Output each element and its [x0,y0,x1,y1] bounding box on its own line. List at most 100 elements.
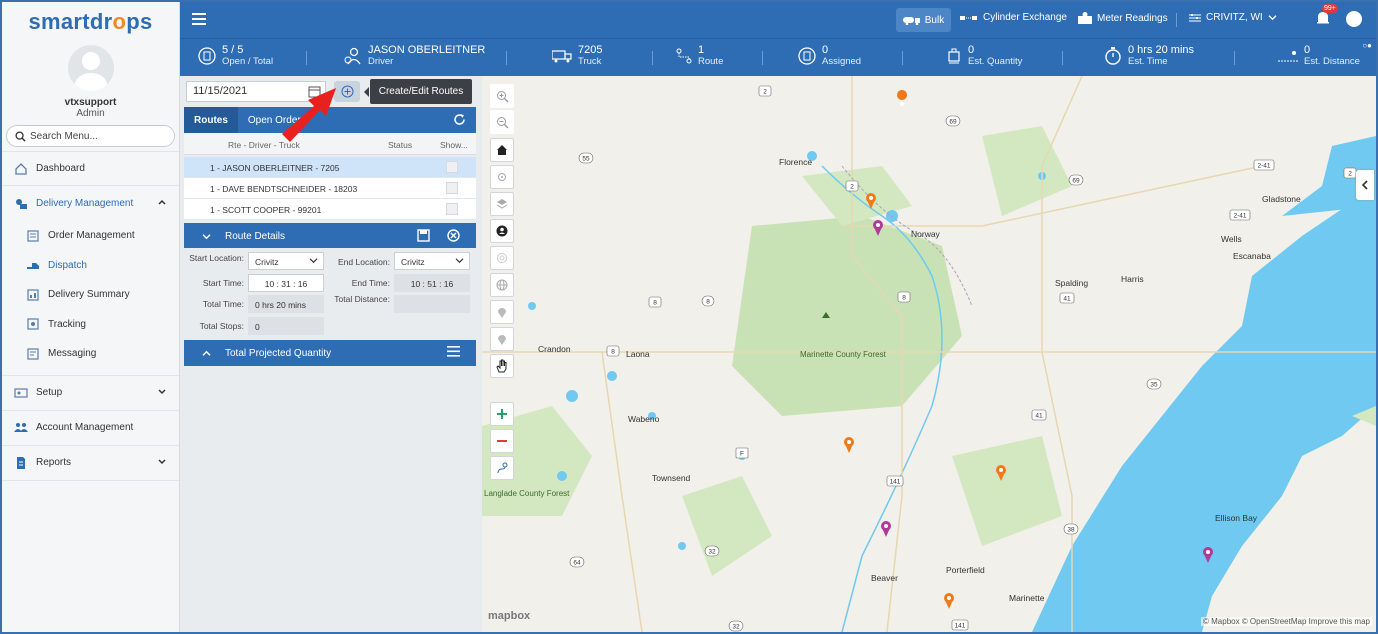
route-details-form: Start Location: Crivitz End Location: Cr… [184,248,476,338]
globe-button[interactable] [490,273,514,297]
orders-icon [198,46,216,65]
map-canvas[interactable]: Florence Norway Gladstone Wells Escanaba… [482,76,1376,632]
total-stops-value: 0 [248,317,324,335]
sidebar-item-setup[interactable]: Setup [2,376,179,411]
show-checkbox[interactable] [446,203,458,215]
bulk-button[interactable]: Bulk [896,8,951,32]
chevron-up-icon[interactable] [157,197,167,207]
sidebar-item-messaging[interactable]: Messaging [2,339,179,369]
place-label: Langlade County Forest [484,489,570,498]
place-label: Norway [911,229,941,239]
sidebar-item-account-management[interactable]: Account Management [2,411,179,446]
map-zoom-in-button[interactable] [490,402,514,426]
chevron-down-icon [202,233,211,239]
more-options-icon[interactable]: ○● [1362,41,1372,50]
globe-icon [496,279,508,291]
save-icon[interactable] [417,229,430,242]
sidebar-item-dashboard[interactable]: Dashboard [2,151,179,186]
route-row[interactable]: 1 - JASON OBERLEITNER - 7205 [184,157,476,178]
svg-text:8: 8 [611,349,615,356]
search-input[interactable]: Search Menu... [6,125,175,147]
end-time-label: End Time: [351,278,390,288]
notifications-button[interactable]: 99+ [1316,4,1338,29]
radius-button[interactable] [490,246,514,270]
route-row[interactable]: 1 - DAVE BENDTSCHNEIDER - 18203 [184,178,476,199]
route-value: 1 [698,44,705,56]
sidebar-item-dispatch[interactable]: Dispatch [2,251,179,281]
order-icon [27,230,39,242]
zoom-out-magnifier-button[interactable] [490,110,514,134]
map-attribution[interactable]: © Mapbox © OpenStreetMap Improve this ma… [1201,617,1372,626]
driver-icon [344,47,361,64]
stopwatch-icon [1105,46,1121,65]
layers-button[interactable] [490,192,514,216]
sidebar-item-order-management[interactable]: Order Management [2,221,179,251]
est-quantity-value: 0 [968,44,975,56]
total-projected-quantity-header[interactable]: Total Projected Quantity [184,340,476,366]
map-view[interactable]: Florence Norway Gladstone Wells Escanaba… [482,76,1376,632]
menu-lines-icon[interactable] [447,346,460,357]
show-checkbox[interactable] [446,182,458,194]
sidebar-item-delivery-management[interactable]: Delivery Management [2,186,179,221]
route-label: Route [698,56,724,67]
meter-readings-button[interactable]: Meter Readings [1078,12,1168,24]
zoom-in-icon [496,90,508,102]
stat-divider [1062,51,1063,65]
place-label: Harris [1121,274,1144,284]
remove-pin-button[interactable] [490,327,514,351]
stat-divider [762,51,763,65]
home-view-button[interactable] [490,138,514,162]
locate-button[interactable] [490,165,514,189]
avatar[interactable] [67,45,114,91]
road-shield: 141 [951,619,969,631]
map-zoom-out-button[interactable] [490,429,514,453]
close-circle-icon[interactable] [447,229,460,242]
tab-routes[interactable]: Routes [184,107,238,133]
top-bar: Bulk Cylinder Exchange Meter Readings CR… [180,2,1376,38]
chevron-down-icon[interactable] [157,457,167,467]
sliders-icon [1189,13,1201,21]
place-label: Laona [626,349,650,359]
crosshair-icon [498,173,506,181]
mapbox-logo[interactable]: mapbox [488,610,530,622]
zoom-in-magnifier-button[interactable] [490,84,514,108]
svg-text:2: 2 [763,89,767,96]
truck-value: 7205 [578,44,603,56]
cylinder-exchange-button[interactable]: Cylinder Exchange [960,12,1067,23]
setup-icon [14,387,28,398]
route-row[interactable]: 1 - SCOTT COOPER - 99201 [184,199,476,220]
start-location-value: Crivitz [255,257,279,267]
svg-text:69: 69 [1072,178,1080,185]
meter-readings-icon [1078,12,1092,24]
route-draw-icon [497,462,508,474]
sidebar-item-delivery-summary[interactable]: Delivery Summary [2,280,179,310]
sidebar-label-tracking: Tracking [48,318,86,330]
logo[interactable]: smartdr o ps [2,2,179,42]
pan-button[interactable] [490,354,514,378]
sidebar-item-tracking[interactable]: Tracking [2,310,179,340]
svg-text:32: 32 [708,549,716,556]
map-panel-toggle[interactable] [1356,170,1374,200]
svg-text:55: 55 [582,156,590,163]
road-shield: 32 [728,620,744,632]
lake [607,371,617,381]
profile-avatar[interactable] [1346,11,1362,27]
svg-text:32: 32 [732,624,740,631]
lake [678,542,686,550]
start-time-input[interactable]: 10 : 31 : 16 [248,274,324,292]
location-selector[interactable]: CRIVITZ, WI [1189,12,1277,23]
driver-location-button[interactable] [490,219,514,243]
svg-text:38: 38 [1067,527,1075,534]
start-location-select[interactable]: Crivitz [248,252,324,270]
end-location-select[interactable]: Crivitz [394,252,470,270]
chevron-down-icon[interactable] [157,387,167,397]
sidebar-item-reports[interactable]: Reports [2,446,179,481]
show-checkbox[interactable] [446,161,458,173]
hamburger-menu-icon[interactable] [192,13,206,25]
route-details-header[interactable]: Route Details [184,223,476,249]
route-draw-button[interactable] [490,456,514,480]
add-pin-button[interactable] [490,300,514,324]
users-icon [14,422,28,432]
stat-est-distance: 0 Est. Distance [1278,44,1360,67]
refresh-icon[interactable] [453,113,466,126]
